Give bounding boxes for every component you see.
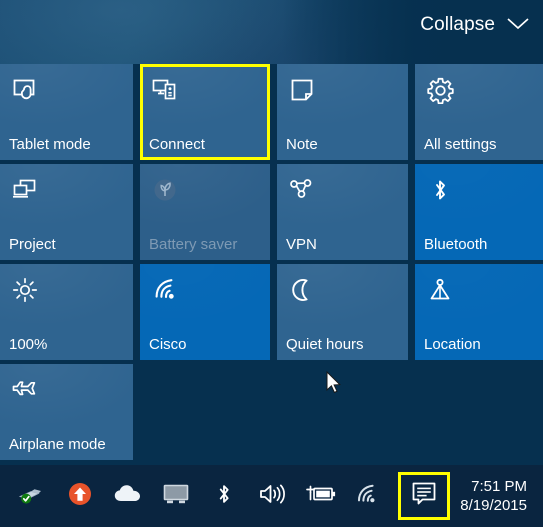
tile-label: 100% xyxy=(9,336,48,353)
tile-label: Connect xyxy=(149,136,205,153)
tray-icon-wifi[interactable] xyxy=(344,465,392,527)
quick-action-tile-connect[interactable]: Connect xyxy=(140,64,270,160)
tray-icon-display[interactable] xyxy=(152,465,200,527)
project-icon xyxy=(8,173,42,207)
connect-icon xyxy=(148,73,182,107)
taskbar: 7:51 PM 8/19/2015 xyxy=(0,465,543,527)
quick-action-tile-vpn[interactable]: VPN xyxy=(277,164,408,260)
vpn-network-icon xyxy=(285,173,319,207)
tray-icon-update[interactable] xyxy=(56,465,104,527)
quick-action-tile-quiet-hours[interactable]: Quiet hours xyxy=(277,264,408,360)
action-center-flyout: Collapse Tablet mode Connect Note All se… xyxy=(0,0,543,465)
tile-label: Quiet hours xyxy=(286,336,364,353)
brightness-sun-icon xyxy=(8,273,42,307)
grid-empty-cell xyxy=(140,364,270,460)
quick-action-tile-tablet-mode[interactable]: Tablet mode xyxy=(0,64,133,160)
quick-action-tile-wifi[interactable]: Cisco xyxy=(140,264,270,360)
tray-icon-volume[interactable] xyxy=(248,465,296,527)
moon-icon xyxy=(285,273,319,307)
battery-leaf-icon xyxy=(148,173,182,207)
tile-label: All settings xyxy=(424,136,497,153)
quick-action-tile-battery-saver: Battery saver xyxy=(140,164,270,260)
chevron-down-icon xyxy=(507,16,529,35)
quick-action-tile-airplane-mode[interactable]: Airplane mode xyxy=(0,364,133,460)
monitor-icon xyxy=(162,483,190,510)
tile-label: Bluetooth xyxy=(424,236,488,253)
collapse-label: Collapse xyxy=(420,14,495,35)
quick-action-tile-brightness[interactable]: 100% xyxy=(0,264,133,360)
quick-action-tile-location[interactable]: Location xyxy=(415,264,543,360)
quick-action-tile-note[interactable]: Note xyxy=(277,64,408,160)
screen: Collapse Tablet mode Connect Note All se… xyxy=(0,0,543,527)
action-center-button[interactable] xyxy=(398,472,451,520)
gear-icon xyxy=(423,73,457,107)
quick-action-tile-project[interactable]: Project xyxy=(0,164,133,260)
ethernet-connected-icon xyxy=(18,483,46,510)
tray-icon-battery[interactable] xyxy=(296,465,344,527)
quick-actions-grid: Tablet mode Connect Note All settings Pr… xyxy=(0,64,543,460)
tray-icon-network-ethernet[interactable] xyxy=(8,465,56,527)
tile-label: Location xyxy=(424,336,481,353)
location-pin-icon xyxy=(423,273,457,307)
tile-label: Cisco xyxy=(149,336,187,353)
tray-icon-onedrive[interactable] xyxy=(104,465,152,527)
tile-label: VPN xyxy=(286,236,317,253)
tile-label: Tablet mode xyxy=(9,136,91,153)
wifi-icon xyxy=(148,273,182,307)
wifi-icon xyxy=(355,483,381,510)
tile-label: Airplane mode xyxy=(9,436,106,453)
tablet-mode-icon xyxy=(8,73,42,107)
clock-date: 8/19/2015 xyxy=(460,497,527,514)
cloud-icon xyxy=(113,483,143,510)
bluetooth-icon xyxy=(213,482,235,511)
tile-label: Project xyxy=(9,236,56,253)
grid-empty-cell xyxy=(277,364,408,460)
action-center-icon xyxy=(411,481,437,512)
system-tray: 7:51 PM 8/19/2015 xyxy=(8,465,537,527)
quick-action-tile-bluetooth[interactable]: Bluetooth xyxy=(415,164,543,260)
clock-time: 7:51 PM xyxy=(471,478,527,495)
quick-action-tile-all-settings[interactable]: All settings xyxy=(415,64,543,160)
bluetooth-icon xyxy=(423,173,457,207)
clock[interactable]: 7:51 PM 8/19/2015 xyxy=(456,465,537,527)
orange-up-arrow-icon xyxy=(67,481,93,512)
tile-label: Note xyxy=(286,136,318,153)
airplane-icon xyxy=(8,373,42,407)
grid-empty-cell xyxy=(415,364,543,460)
note-icon xyxy=(285,73,319,107)
speaker-icon xyxy=(258,482,286,511)
tray-icon-bluetooth[interactable] xyxy=(200,465,248,527)
tile-label: Battery saver xyxy=(149,236,238,253)
battery-charging-icon xyxy=(304,484,336,509)
collapse-button[interactable]: Collapse xyxy=(420,8,529,42)
